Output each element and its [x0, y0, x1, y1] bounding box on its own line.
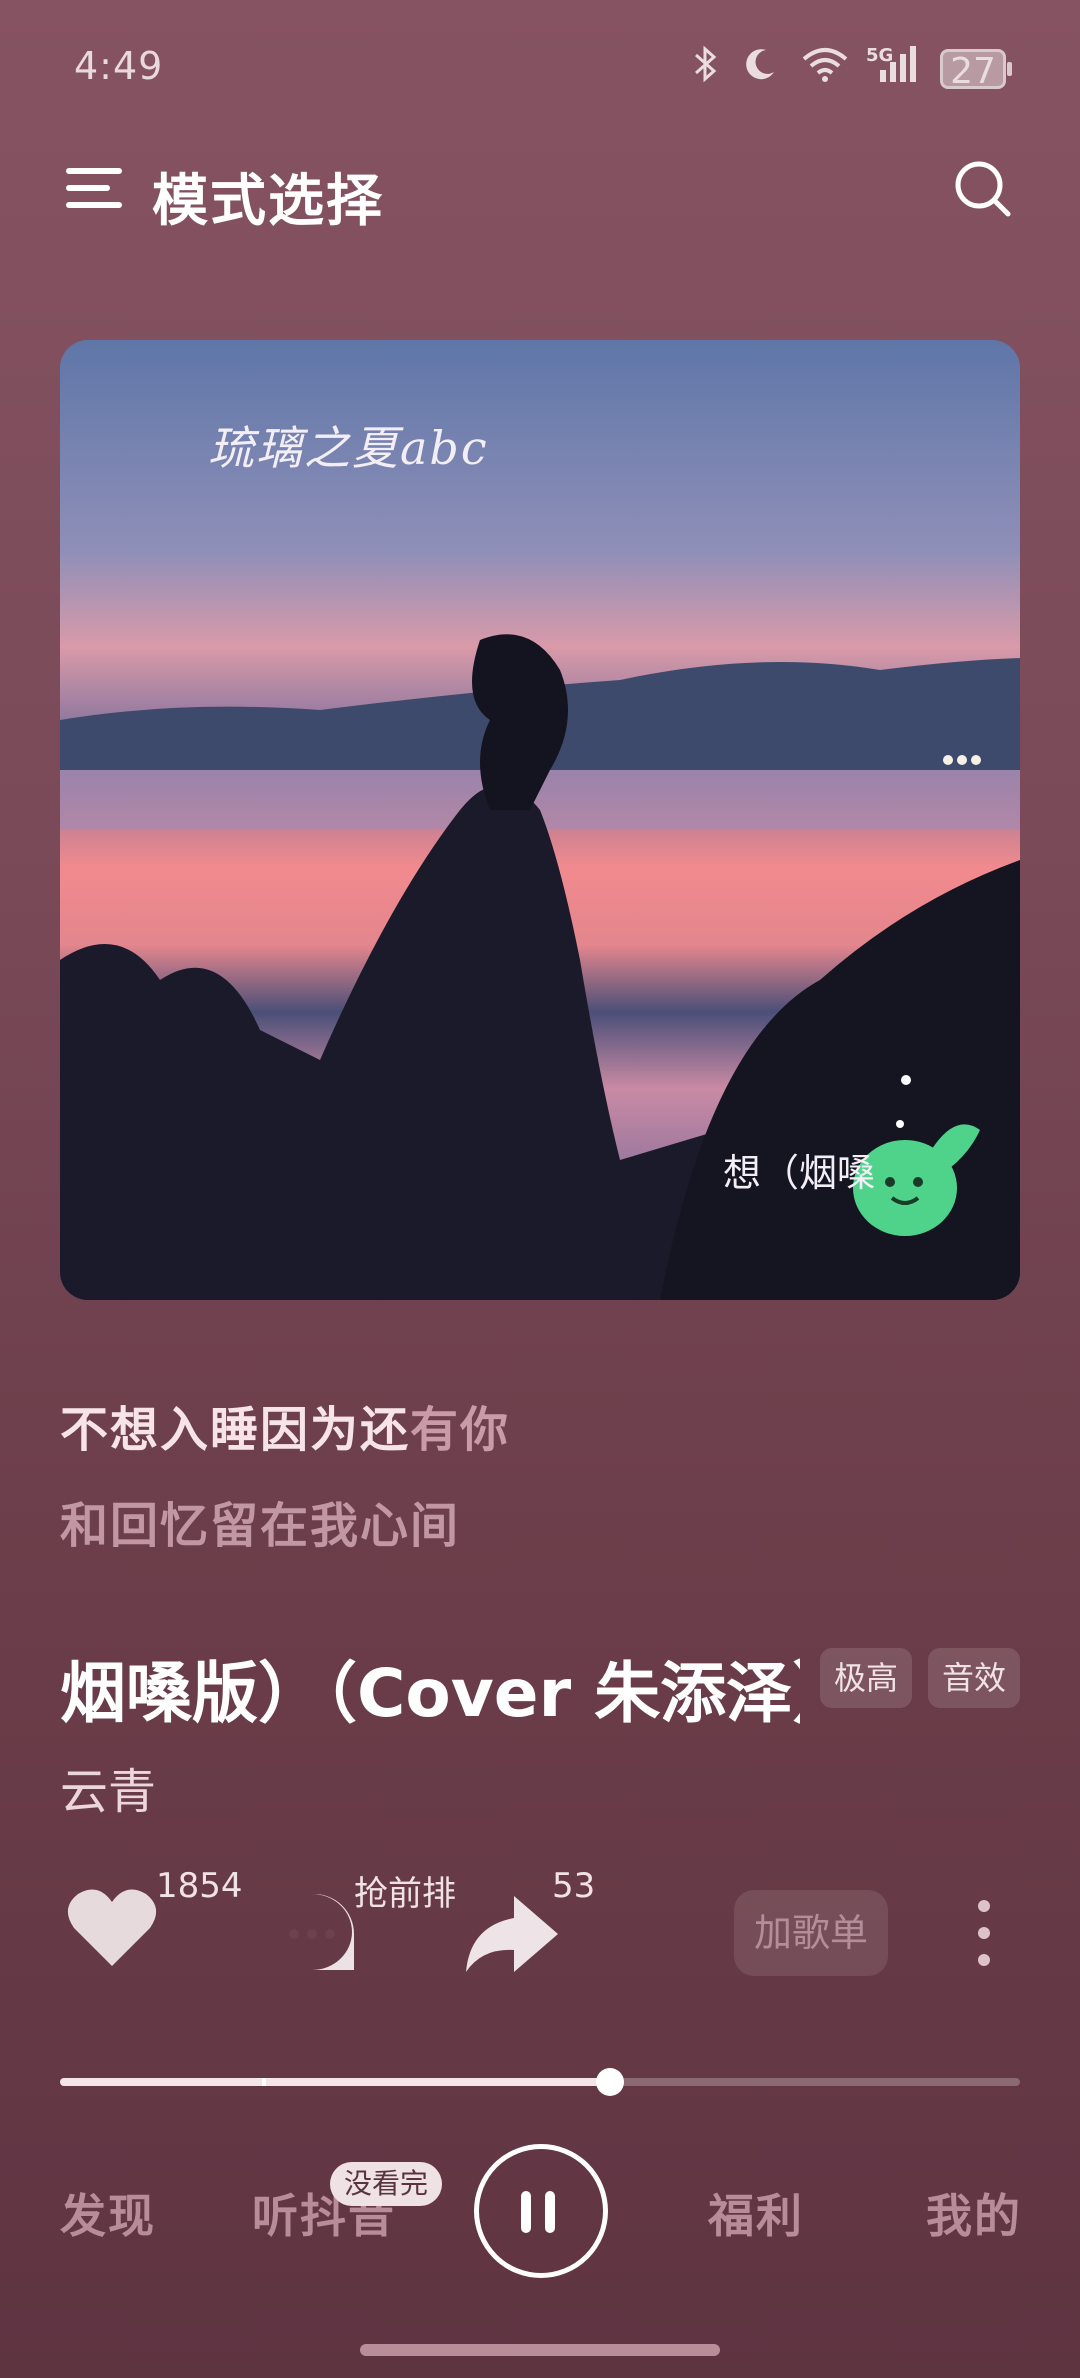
- home-indicator[interactable]: [360, 2344, 720, 2356]
- menu-icon[interactable]: [66, 162, 126, 214]
- sound-effect-badge[interactable]: 音效: [928, 1648, 1021, 1708]
- nav-discover[interactable]: 发现: [60, 2180, 156, 2246]
- lyric-unsung: 有你: [410, 1402, 511, 1458]
- network-type: 5G: [866, 45, 894, 66]
- cover-artwork: [60, 340, 1020, 1300]
- status-icons: 5G 27: [692, 44, 1012, 93]
- search-icon[interactable]: [952, 158, 1014, 220]
- progress-played: [60, 2078, 611, 2086]
- share-count: 53: [552, 1866, 596, 1906]
- bluetooth-icon: [692, 45, 720, 92]
- share-icon: [466, 1896, 558, 1972]
- nav-badge: 没看完: [330, 2162, 443, 2206]
- nav-mine[interactable]: 我的: [926, 2180, 1022, 2246]
- pause-button[interactable]: [474, 2144, 608, 2278]
- cover-caption-top: 琉璃之夏abc: [208, 421, 489, 475]
- signal-icon: 5G: [866, 44, 918, 93]
- comment-button[interactable]: [268, 1890, 356, 1978]
- album-cover[interactable]: 琉璃之夏abc 想（烟嗓: [60, 340, 1020, 1300]
- lyric-sung: 不想入睡因为还: [60, 1402, 411, 1458]
- status-bar: 4:49 5G 27: [0, 0, 1080, 130]
- top-bar: 模式选择: [0, 150, 1080, 234]
- progress-knob[interactable]: [596, 2068, 625, 2096]
- wifi-icon: [800, 45, 850, 92]
- like-button[interactable]: [66, 1886, 158, 1974]
- pause-icon: [521, 2191, 531, 2233]
- share-button[interactable]: [462, 1892, 560, 1980]
- lyric-line-next[interactable]: 和回忆留在我心间: [60, 1486, 460, 1556]
- lyric-line-current[interactable]: 不想入睡因为还有你: [60, 1390, 510, 1460]
- page-title[interactable]: 模式选择: [152, 156, 384, 237]
- nav-welfare[interactable]: 福利: [708, 2180, 804, 2246]
- status-time: 4:49: [74, 44, 164, 88]
- battery-indicator: 27: [940, 48, 1012, 91]
- cover-caption-bottom: 想（烟嗓: [723, 1151, 876, 1195]
- progress-bar[interactable]: [60, 2068, 1020, 2096]
- comment-icon: [289, 1893, 355, 1970]
- heart-icon: [67, 1889, 157, 1966]
- add-to-playlist-button[interactable]: 加歌单: [734, 1890, 888, 1976]
- comment-label: 抢前排: [354, 1874, 456, 1914]
- like-count: 1854: [156, 1866, 243, 1906]
- quality-badge[interactable]: 极高: [820, 1648, 913, 1708]
- more-icon[interactable]: [972, 1900, 996, 1966]
- progress-marker: [261, 2078, 266, 2086]
- song-title[interactable]: 烟嗓版）（Cover 朱添泽）: [60, 1640, 800, 1736]
- artist-name[interactable]: 云青: [60, 1752, 156, 1822]
- dnd-moon-icon: [742, 46, 778, 91]
